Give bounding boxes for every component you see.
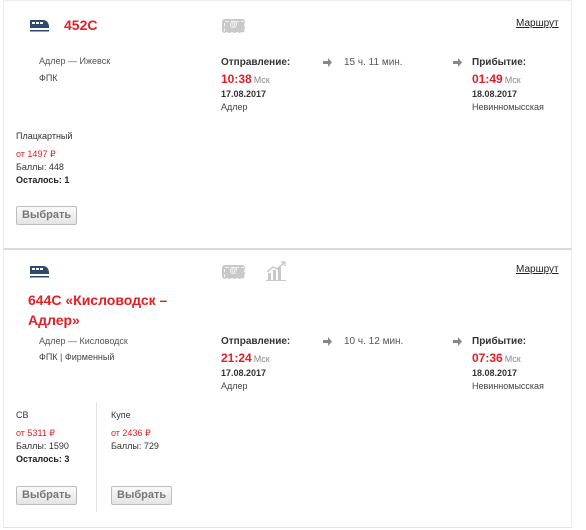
- car-price: от 5311 ₽: [16, 428, 56, 438]
- timezone: Мск: [253, 354, 270, 364]
- seats-left: Осталось: 3: [16, 454, 70, 464]
- carrier-text: ФПК: [39, 73, 58, 83]
- arrival-date: 18.08.2017: [472, 368, 518, 378]
- arrival-time: 01:49: [472, 72, 503, 86]
- arrival-time: 07:36: [472, 351, 503, 365]
- departure-time-row: 21:24 Мск: [221, 351, 270, 365]
- column-divider: [96, 402, 97, 512]
- timezone: Мск: [504, 75, 521, 85]
- dynamic-pricing-chart-icon[interactable]: [265, 261, 287, 281]
- route-text: Адлер — Кисловодск: [39, 336, 128, 346]
- arrival-label: Прибытие:: [472, 336, 527, 347]
- departure-date: 17.08.2017: [221, 368, 267, 378]
- arrival-time-row: 07:36 Мск: [472, 351, 521, 365]
- car-price: от 2436 ₽: [111, 428, 151, 438]
- duration: 15 ч. 11 мин.: [344, 57, 403, 68]
- arrival-label: Прибытие:: [472, 57, 527, 68]
- route-link[interactable]: Маршрут: [516, 264, 559, 275]
- departure-station: Адлер: [221, 381, 248, 391]
- carrier-text: ФПК | Фирменный: [39, 352, 115, 362]
- car-type: СВ: [16, 410, 29, 420]
- train-icon: [30, 266, 49, 278]
- train-icon: [30, 20, 49, 32]
- arrow-right-icon: [323, 58, 332, 67]
- departure-time: 21:24: [221, 351, 252, 365]
- departure-date: 17.08.2017: [221, 89, 267, 99]
- arrival-station: Невинномысская: [472, 381, 544, 391]
- select-button[interactable]: Выбрать: [16, 486, 78, 505]
- car-points: Баллы: 1590: [16, 441, 69, 451]
- train-title: 644С «Кисловодск – Адлер»: [28, 292, 168, 328]
- select-button[interactable]: Выбрать: [16, 206, 78, 225]
- car-type: Купе: [111, 410, 131, 420]
- departure-time: 10:38: [221, 72, 252, 86]
- train-card: @ Маршрут 644С «Кисловодск – Адлер» Адле…: [3, 248, 572, 528]
- train-card: 452С @ Маршрут Адлер — Ижевск ФПК Отправ…: [3, 0, 572, 248]
- arrival-station: Невинномысская: [472, 102, 544, 112]
- timezone: Мск: [504, 354, 521, 364]
- departure-label: Отправление:: [221, 57, 291, 68]
- departure-station: Адлер: [221, 102, 248, 112]
- car-type: Плацкартный: [16, 131, 73, 141]
- arrival-time-row: 01:49 Мск: [472, 72, 521, 86]
- route-text: Адлер — Ижевск: [39, 56, 111, 66]
- at-sign-ticket-icon: @: [222, 19, 245, 33]
- seats-left: Осталось: 1: [16, 175, 70, 185]
- route-link[interactable]: Маршрут: [516, 18, 559, 29]
- train-number: 452С: [64, 17, 98, 33]
- departure-time-row: 10:38 Мск: [221, 72, 270, 86]
- arrow-right-icon: [453, 337, 462, 346]
- departure-label: Отправление:: [221, 336, 291, 347]
- arrow-right-icon: [453, 58, 462, 67]
- at-sign-ticket-icon: @: [222, 265, 245, 279]
- car-points: Баллы: 729: [111, 441, 159, 451]
- duration: 10 ч. 12 мин.: [344, 336, 404, 347]
- arrival-date: 18.08.2017: [472, 89, 518, 99]
- car-price: от 1497 ₽: [16, 149, 56, 159]
- timezone: Мск: [253, 75, 270, 85]
- car-points: Баллы: 448: [16, 162, 64, 172]
- arrow-right-icon: [323, 337, 332, 346]
- select-button[interactable]: Выбрать: [111, 486, 173, 505]
